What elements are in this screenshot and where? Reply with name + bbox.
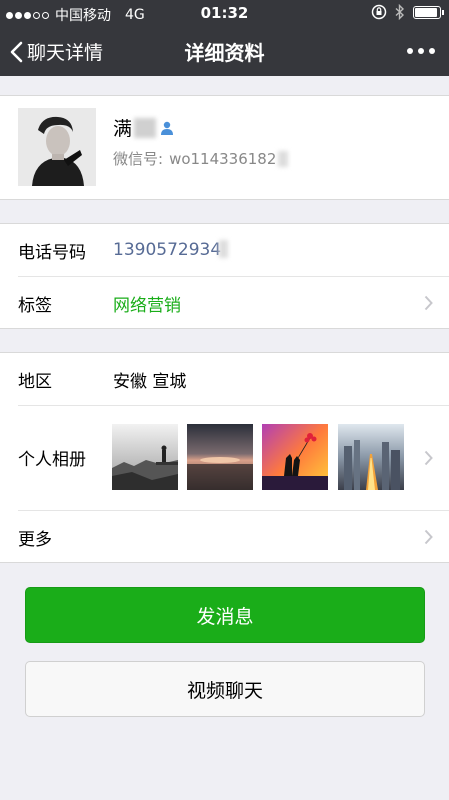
phone-blur <box>219 240 228 258</box>
contact-info-section: 电话号码 1390572934 标签 网络营销 <box>0 223 449 329</box>
region-value: 安徽 宣城 <box>113 371 187 392</box>
region-row: 地区 安徽 宣城 <box>0 353 449 405</box>
more-row[interactable]: 更多 <box>0 511 449 563</box>
wechat-id-row: 微信号: wo114336182 <box>113 148 289 169</box>
wechat-id-label: 微信号: <box>113 150 164 168</box>
chevron-right-icon <box>424 450 433 465</box>
name-blur <box>134 117 157 138</box>
phone-row[interactable]: 电话号码 1390572934 <box>0 224 449 276</box>
region-label: 地区 <box>18 371 52 392</box>
battery-icon <box>413 5 444 19</box>
details-section: 地区 安徽 宣城 个人相册 更多 <box>0 352 449 563</box>
profile-name: 满 <box>113 118 133 140</box>
page-title: 详细资料 <box>184 41 265 65</box>
chevron-right-icon <box>424 529 433 545</box>
chevron-right-icon <box>424 295 433 311</box>
album-photo[interactable] <box>262 424 328 490</box>
album-photo[interactable] <box>338 424 404 490</box>
video-chat-button[interactable]: 视频聊天 <box>25 661 425 717</box>
person-icon <box>161 121 174 135</box>
tags-value: 网络营销 <box>113 295 181 316</box>
profile-card: 满 微信号: wo114336182 <box>0 95 449 200</box>
tags-label: 标签 <box>18 295 52 316</box>
avatar[interactable] <box>18 108 96 186</box>
wechat-id-blur <box>278 150 289 167</box>
profile-name-row: 满 <box>113 114 175 141</box>
album-photo[interactable] <box>187 424 253 490</box>
bluetooth-icon <box>395 4 405 20</box>
orientation-lock-icon <box>371 4 387 20</box>
tags-row[interactable]: 标签 网络营销 <box>0 277 449 329</box>
more-options-button[interactable] <box>407 48 435 54</box>
send-message-button[interactable]: 发消息 <box>25 587 425 643</box>
wechat-id-value: wo114336182 <box>169 149 277 168</box>
album-label: 个人相册 <box>18 450 86 470</box>
phone-value[interactable]: 1390572934 <box>113 240 221 260</box>
phone-label: 电话号码 <box>18 242 86 263</box>
album-photo[interactable] <box>112 424 178 490</box>
more-label: 更多 <box>18 529 52 550</box>
nav-bar: 聊天详情 详细资料 <box>0 26 449 76</box>
status-bar: 中国移动 4G 01:32 <box>0 0 449 26</box>
